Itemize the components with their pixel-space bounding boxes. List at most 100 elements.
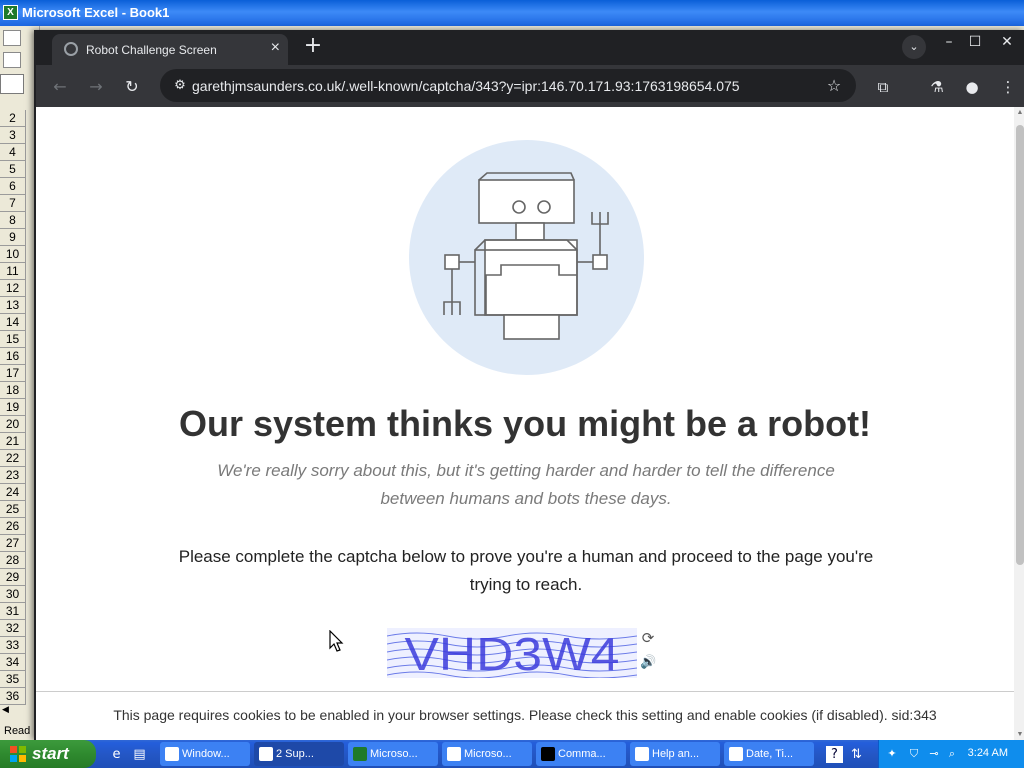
taskbar: start e ▤ Window... 2 Sup... Microso... … bbox=[0, 740, 1024, 768]
excel-row-header[interactable]: 12 bbox=[0, 280, 26, 297]
excel-row-header[interactable]: 14 bbox=[0, 314, 26, 331]
close-window-button[interactable]: ✕ bbox=[992, 30, 1022, 56]
excel-row-header[interactable]: 28 bbox=[0, 552, 26, 569]
forward-arrow-icon[interactable]: → bbox=[82, 73, 110, 101]
excel-row-header[interactable]: 21 bbox=[0, 433, 26, 450]
back-arrow-icon[interactable]: ← bbox=[46, 73, 74, 101]
start-button[interactable]: start bbox=[0, 740, 96, 768]
task-chrome[interactable]: Microso... bbox=[442, 742, 532, 766]
excel-row-header[interactable]: 11 bbox=[0, 263, 26, 280]
internet-explorer-icon[interactable]: e bbox=[108, 746, 125, 763]
excel-row-header[interactable]: 3 bbox=[0, 127, 26, 144]
windows-flag-icon bbox=[10, 746, 26, 762]
excel-status-text: Read bbox=[0, 722, 34, 740]
help-question-icon[interactable]: ? bbox=[826, 746, 843, 763]
excel-row-header[interactable]: 35 bbox=[0, 671, 26, 688]
excel-row-header[interactable]: 22 bbox=[0, 450, 26, 467]
excel-row-header[interactable]: 34 bbox=[0, 654, 26, 671]
excel-row-header[interactable]: 16 bbox=[0, 348, 26, 365]
scroll-up-arrow-icon[interactable]: ▲ bbox=[1014, 109, 1024, 116]
excel-row-header[interactable]: 27 bbox=[0, 535, 26, 552]
excel-row-header[interactable]: 25 bbox=[0, 501, 26, 518]
task-windows[interactable]: Window... bbox=[160, 742, 250, 766]
excel-row-header[interactable]: 9 bbox=[0, 229, 26, 246]
bookmark-star-icon[interactable]: ☆ bbox=[822, 74, 846, 98]
excel-task-icon bbox=[353, 747, 367, 761]
task-label: Window... bbox=[182, 748, 230, 760]
excel-row-header[interactable]: 5 bbox=[0, 161, 26, 178]
scroll-down-arrow-icon[interactable]: ▼ bbox=[1014, 731, 1024, 738]
excel-row-header[interactable]: 33 bbox=[0, 637, 26, 654]
excel-row-header[interactable]: 36 bbox=[0, 688, 26, 705]
excel-row-header[interactable]: 2 bbox=[0, 110, 26, 127]
instruction-text: Please complete the captcha below to pro… bbox=[178, 547, 874, 594]
page-content: Our system thinks you might be a robot! … bbox=[36, 107, 1024, 740]
refresh-captcha-icon[interactable]: ⟳ bbox=[640, 629, 656, 647]
excel-row-header[interactable]: 19 bbox=[0, 399, 26, 416]
windows-task-icon bbox=[165, 747, 179, 761]
excel-row-header[interactable]: 31 bbox=[0, 603, 26, 620]
excel-row-header[interactable]: 24 bbox=[0, 484, 26, 501]
task-command-prompt[interactable]: Comma... bbox=[536, 742, 626, 766]
browser-toolbar: ← → ↻ ⚙ garethjmsaunders.co.uk/.well-kno… bbox=[36, 65, 1024, 107]
clock[interactable]: 3:24 AM bbox=[968, 747, 1008, 759]
task-date-time[interactable]: Date, Ti... bbox=[724, 742, 814, 766]
excel-row-header[interactable]: 30 bbox=[0, 586, 26, 603]
system-tray: ✦ ⛉ ⊸ ⌕ 3:24 AM bbox=[878, 740, 1024, 768]
excel-row-header[interactable]: 23 bbox=[0, 467, 26, 484]
excel-row-header[interactable]: 32 bbox=[0, 620, 26, 637]
excel-row-header[interactable]: 29 bbox=[0, 569, 26, 586]
tab-robot-challenge[interactable]: Robot Challenge Screen × bbox=[52, 34, 288, 65]
explorer-icon[interactable]: ▤ bbox=[131, 746, 148, 763]
taskbar-chevron-icon[interactable]: ⇅ bbox=[848, 746, 865, 763]
excel-app-icon: X bbox=[3, 5, 18, 20]
profile-avatar-icon[interactable]: ● bbox=[958, 73, 986, 101]
tab-search-icon[interactable]: ⌄ bbox=[902, 35, 926, 59]
sheet-nav-first-icon[interactable]: ◀ bbox=[2, 704, 18, 718]
search-icon[interactable]: ⌕ bbox=[945, 747, 959, 761]
excel-row-header[interactable]: 17 bbox=[0, 365, 26, 382]
task-label: Microso... bbox=[464, 748, 512, 760]
maximize-button[interactable]: ☐ bbox=[960, 30, 990, 56]
tab-title: Robot Challenge Screen bbox=[86, 43, 217, 57]
task-label: Help an... bbox=[652, 748, 700, 760]
task-support[interactable]: 2 Sup... bbox=[254, 742, 344, 766]
captcha-text: VHD3W4 bbox=[405, 628, 620, 678]
page-scrollbar[interactable]: ▲ ▼ bbox=[1014, 107, 1024, 740]
excel-row-header[interactable]: 20 bbox=[0, 416, 26, 433]
excel-toolbar-button[interactable] bbox=[3, 30, 21, 46]
excel-row-header[interactable]: 6 bbox=[0, 178, 26, 195]
menu-kebab-icon[interactable]: ⋮ bbox=[994, 73, 1022, 101]
site-info-icon[interactable]: ⚙ bbox=[168, 74, 192, 98]
tab-strip: Robot Challenge Screen × + ⌄ – ☐ ✕ bbox=[36, 30, 1024, 65]
extensions-puzzle-icon[interactable]: ⧉ bbox=[869, 73, 897, 101]
scrollbar-thumb[interactable] bbox=[1016, 125, 1024, 565]
task-help[interactable]: Help an... bbox=[630, 742, 720, 766]
network-icon[interactable]: ✦ bbox=[885, 747, 899, 761]
excel-row-header[interactable]: 8 bbox=[0, 212, 26, 229]
address-bar[interactable]: ⚙ garethjmsaunders.co.uk/.well-known/cap… bbox=[160, 69, 856, 102]
excel-row-header[interactable]: 10 bbox=[0, 246, 26, 263]
close-tab-icon[interactable]: × bbox=[271, 39, 280, 57]
excel-row-header[interactable]: 4 bbox=[0, 144, 26, 161]
new-tab-button[interactable]: + bbox=[300, 34, 326, 60]
excel-row-header[interactable]: 26 bbox=[0, 518, 26, 535]
new-document-icon[interactable] bbox=[3, 52, 21, 68]
excel-row-header[interactable]: 7 bbox=[0, 195, 26, 212]
support-task-icon bbox=[259, 747, 273, 761]
task-excel[interactable]: Microso... bbox=[348, 742, 438, 766]
globe-icon bbox=[64, 42, 78, 56]
audio-captcha-icon[interactable]: 🔊 bbox=[640, 655, 656, 673]
captcha-image: VHD3W4 bbox=[387, 628, 637, 678]
url-text[interactable]: garethjmsaunders.co.uk/.well-known/captc… bbox=[192, 78, 740, 94]
excel-row-header[interactable]: 18 bbox=[0, 382, 26, 399]
excel-row-header[interactable]: 15 bbox=[0, 331, 26, 348]
chrome-window: Robot Challenge Screen × + ⌄ – ☐ ✕ ← → ↻… bbox=[34, 30, 1024, 740]
labs-flask-icon[interactable]: ⚗ bbox=[923, 73, 951, 101]
reload-icon[interactable]: ↻ bbox=[118, 73, 146, 101]
security-shield-icon[interactable]: ⛉ bbox=[907, 747, 921, 761]
excel-row-header[interactable]: 13 bbox=[0, 297, 26, 314]
excel-name-box[interactable] bbox=[0, 74, 24, 94]
power-icon[interactable]: ⊸ bbox=[927, 747, 941, 761]
excel-row-headers: 2 3 4 5 6 7 8 9 10 11 12 13 14 15 16 17 18 19 20 21 22 23 24 25… bbox=[0, 110, 26, 710]
